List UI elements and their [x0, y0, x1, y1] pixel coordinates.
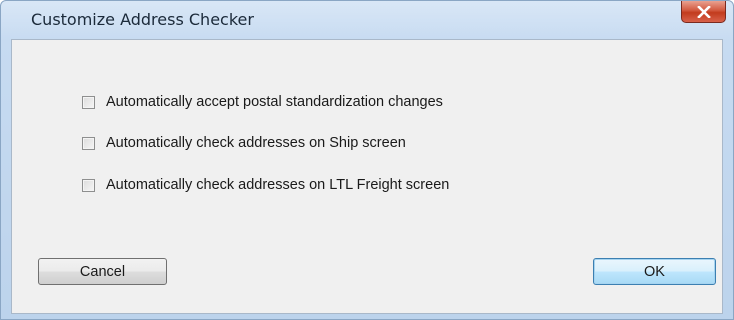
option-check-ltl-freight-screen[interactable]: Automatically check addresses on LTL Fre…: [82, 174, 449, 196]
option-label: Automatically check addresses on Ship sc…: [106, 135, 406, 151]
checkbox-check-ship-screen[interactable]: [82, 136, 95, 150]
title-bar[interactable]: Customize Address Checker: [1, 1, 733, 39]
option-accept-postal-standardization[interactable]: Automatically accept postal standardizat…: [82, 91, 443, 113]
dialog-content: Automatically accept postal standardizat…: [11, 39, 723, 314]
checkbox-check-ltl-freight-screen[interactable]: [82, 178, 95, 192]
close-icon: [696, 5, 711, 18]
close-button[interactable]: [681, 1, 726, 23]
window-title: Customize Address Checker: [31, 10, 254, 29]
option-check-ship-screen[interactable]: Automatically check addresses on Ship sc…: [82, 132, 406, 154]
dialog-window: Customize Address Checker Automatically …: [0, 0, 734, 320]
checkbox-accept-postal-standardization[interactable]: [82, 95, 95, 109]
cancel-button[interactable]: Cancel: [38, 258, 167, 285]
option-label: Automatically accept postal standardizat…: [106, 94, 443, 110]
option-label: Automatically check addresses on LTL Fre…: [106, 177, 450, 193]
ok-button[interactable]: OK: [593, 258, 716, 285]
